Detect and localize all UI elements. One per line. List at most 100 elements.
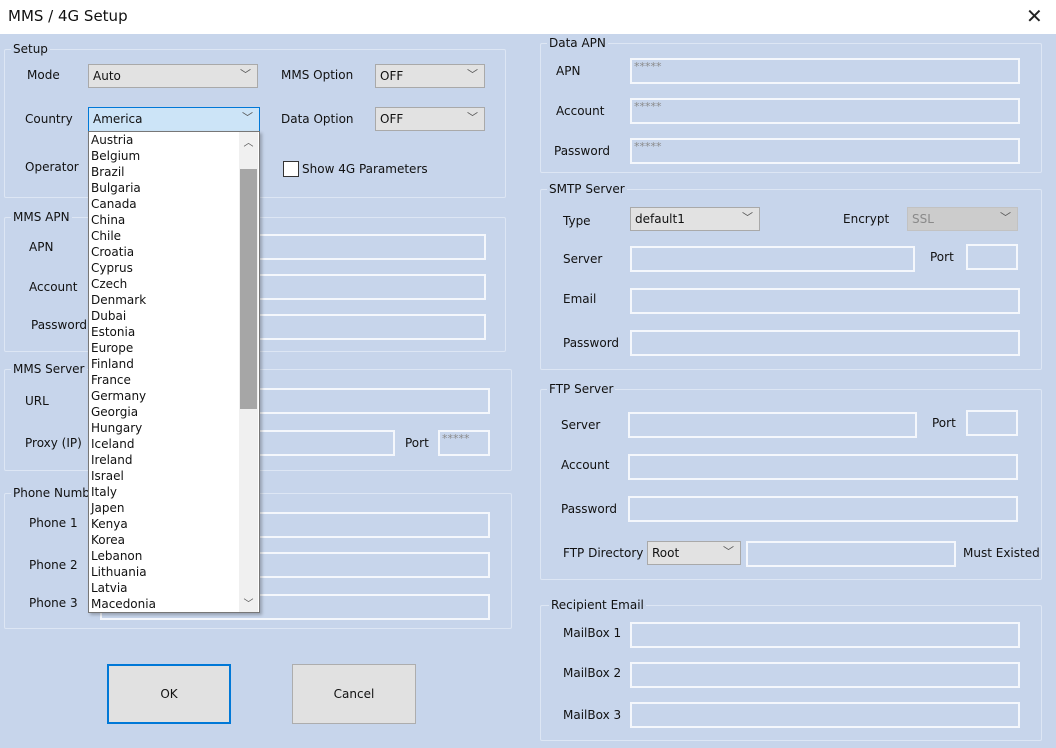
country-option[interactable]: Macedonia [89,596,259,612]
country-dropdown-list[interactable]: Austria Belgium Brazil Bulgaria Canada China C… [88,131,260,613]
country-option[interactable]: France [89,372,259,388]
country-option[interactable]: Bulgaria [89,180,259,196]
country-option[interactable]: Israel [89,468,259,484]
country-option[interactable]: Korea [89,532,259,548]
country-option[interactable]: Europe [89,340,259,356]
ftp-directory-input[interactable] [746,541,956,567]
must-existed-label: Must Existed [963,546,1040,560]
country-option[interactable]: Estonia [89,324,259,340]
country-option[interactable]: Chile [89,228,259,244]
ftp-password-input[interactable] [628,496,1018,522]
country-option[interactable]: Denmark [89,292,259,308]
country-option[interactable]: Iceland [89,436,259,452]
country-option[interactable]: Cyprus [89,260,259,276]
ftp-account-input[interactable] [628,454,1018,480]
country-option[interactable]: Hungary [89,420,259,436]
ftp-directory-label: FTP Directory [563,546,644,560]
ftp-account-label: Account [561,458,610,472]
country-value: America [93,112,143,126]
country-option[interactable]: Italy [89,484,259,500]
country-option[interactable]: Finland [89,356,259,372]
mailbox1-input[interactable] [630,622,1020,648]
country-option[interactable]: Kenya [89,516,259,532]
scrollbar[interactable]: ︿ ﹀ [239,132,258,612]
ftp-server-label: Server [561,418,601,432]
operator-label: Operator [25,160,79,174]
phone2-label: Phone 2 [29,558,78,572]
mms-server-legend: MMS Server [11,362,87,376]
country-select[interactable]: America ﹀ [88,107,260,132]
data-option-value: OFF [380,112,404,126]
chevron-down-icon: ﹀ [742,211,753,224]
phone1-label: Phone 1 [29,516,78,530]
mode-label: Mode [27,68,60,82]
data-apn-input[interactable]: ***** [630,58,1020,84]
ok-button[interactable]: OK [107,664,231,724]
mode-select[interactable]: Auto ﹀ [88,64,258,88]
mms-port-label: Port [405,436,429,450]
mms-option-label: MMS Option [281,68,354,82]
window-title: MMS / 4G Setup [8,7,128,25]
ftp-server-input[interactable] [628,412,917,438]
encrypt-label: Encrypt [843,212,890,226]
country-option[interactable]: Croatia [89,244,259,260]
mms-option-select[interactable]: OFF ﹀ [375,64,485,88]
smtp-server-input[interactable] [630,246,915,272]
mms-apn-label: APN [29,240,54,254]
data-account-label: Account [556,104,605,118]
encrypt-value: SSL [912,212,934,226]
country-option[interactable]: Czech [89,276,259,292]
country-option[interactable]: Ireland [89,452,259,468]
country-option[interactable]: Latvia [89,580,259,596]
country-option[interactable]: Austria [89,132,259,148]
ftp-port-label: Port [932,416,956,430]
smtp-port-input[interactable] [966,244,1018,270]
country-option[interactable]: Brazil [89,164,259,180]
scroll-up-icon[interactable]: ︿ [239,134,258,149]
encrypt-select: SSL ﹀ [907,207,1018,231]
ftp-directory-select[interactable]: Root ﹀ [647,541,741,565]
mms-password-label: Password [31,318,88,332]
country-option[interactable]: Georgia [89,404,259,420]
data-password-input[interactable]: ***** [630,138,1020,164]
data-apn-label: APN [556,64,581,78]
show-4g-label[interactable]: Show 4G Parameters [302,162,428,176]
cancel-button[interactable]: Cancel [292,664,416,724]
ftp-port-input[interactable] [966,410,1018,436]
country-option[interactable]: China [89,212,259,228]
mailbox3-input[interactable] [630,702,1020,728]
data-account-input[interactable]: ***** [630,98,1020,124]
data-apn-legend: Data APN [547,36,608,50]
ftp-password-label: Password [561,502,618,516]
country-option[interactable]: Germany [89,388,259,404]
phone3-label: Phone 3 [29,596,78,610]
url-label: URL [25,394,49,408]
smtp-password-input[interactable] [630,330,1020,356]
smtp-type-select[interactable]: default1 ﹀ [630,207,760,231]
smtp-email-input[interactable] [630,288,1020,314]
country-option[interactable]: Dubai [89,308,259,324]
country-option[interactable]: Belgium [89,148,259,164]
smtp-password-label: Password [563,336,620,350]
scrollbar-thumb[interactable] [240,169,257,409]
chevron-down-icon: ﹀ [242,111,253,124]
country-option[interactable]: Japen [89,500,259,516]
mailbox2-input[interactable] [630,662,1020,688]
show-4g-checkbox[interactable] [283,161,299,177]
country-option[interactable]: Lithuania [89,564,259,580]
scroll-down-icon[interactable]: ﹀ [239,595,258,610]
smtp-type-label: Type [563,214,591,228]
mms-port-input[interactable]: ***** [438,430,490,456]
ftp-directory-value: Root [652,546,680,560]
data-option-select[interactable]: OFF ﹀ [375,107,485,131]
chevron-down-icon: ﹀ [240,68,251,81]
mode-value: Auto [93,69,121,83]
mailbox2-label: MailBox 2 [563,666,622,680]
country-label: Country [25,112,73,126]
country-option[interactable]: Lebanon [89,548,259,564]
chevron-down-icon: ﹀ [1000,211,1011,224]
mailbox1-label: MailBox 1 [563,626,622,640]
country-options: Austria Belgium Brazil Bulgaria Canada China C… [89,132,259,612]
country-option[interactable]: Canada [89,196,259,212]
close-icon[interactable]: ✕ [1026,4,1043,28]
